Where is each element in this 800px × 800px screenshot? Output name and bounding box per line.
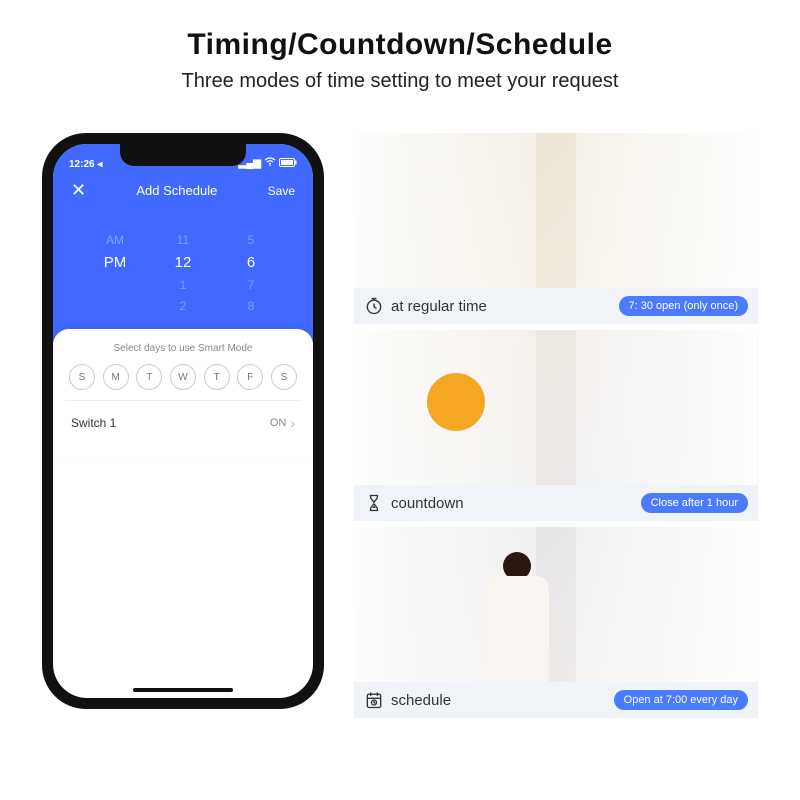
- day-mon[interactable]: M: [103, 364, 129, 390]
- day-thu[interactable]: T: [204, 364, 230, 390]
- tile-schedule: schedule Open at 7:00 every day: [354, 527, 758, 718]
- clock-icon: [364, 296, 384, 316]
- tile-image: [354, 133, 758, 288]
- tile-badge: Close after 1 hour: [641, 493, 748, 513]
- day-sun[interactable]: S: [69, 364, 95, 390]
- day-wed[interactable]: W: [170, 364, 196, 390]
- calendar-icon: [364, 690, 384, 710]
- page-title: Timing/Countdown/Schedule: [0, 28, 800, 62]
- close-button[interactable]: ✕: [71, 180, 86, 201]
- tile-badge: 7: 30 open (only once): [619, 296, 748, 316]
- phone-mockup: 12:26 ◂ ▂▄▆ ✕ Add Schedule Save: [42, 133, 324, 709]
- tile-badge: Open at 7:00 every day: [614, 690, 748, 710]
- status-time: 12:26 ◂: [69, 159, 102, 170]
- tile-label: schedule: [391, 692, 451, 709]
- status-icons: ▂▄▆: [239, 157, 297, 170]
- days-row: S M T W T F S: [65, 364, 301, 401]
- tile-countdown: countdown Close after 1 hour: [354, 330, 758, 521]
- time-picker[interactable]: AM PM 11 12 1 2 5 6 7 8: [53, 209, 313, 343]
- page-subtitle: Three modes of time setting to meet your…: [0, 70, 800, 93]
- tile-image: [354, 330, 758, 485]
- phone-screen: 12:26 ◂ ▂▄▆ ✕ Add Schedule Save: [53, 144, 313, 698]
- tile-label: at regular time: [391, 298, 487, 315]
- day-tue[interactable]: T: [136, 364, 162, 390]
- ampm-column[interactable]: AM PM: [96, 233, 134, 313]
- hourglass-icon: [364, 493, 384, 513]
- card-label: Select days to use Smart Mode: [65, 343, 301, 354]
- tile-image: [354, 527, 758, 682]
- chevron-right-icon: ›: [290, 415, 295, 431]
- phone-notch: [120, 144, 246, 166]
- switch-row[interactable]: Switch 1 ON ›: [65, 401, 301, 445]
- mode-tiles: at regular time 7: 30 open (only once) c…: [354, 133, 758, 718]
- tile-label: countdown: [391, 495, 464, 512]
- hour-column[interactable]: 11 12 1 2: [164, 233, 202, 313]
- minute-column[interactable]: 5 6 7 8: [232, 233, 270, 313]
- wifi-icon: [264, 157, 276, 170]
- days-card: Select days to use Smart Mode S M T W T …: [53, 329, 313, 459]
- switch-label: Switch 1: [71, 416, 116, 430]
- day-fri[interactable]: F: [237, 364, 263, 390]
- home-indicator: [133, 688, 233, 692]
- battery-icon: [279, 158, 297, 170]
- save-button[interactable]: Save: [268, 184, 295, 198]
- tile-regular-time: at regular time 7: 30 open (only once): [354, 133, 758, 324]
- day-sat[interactable]: S: [271, 364, 297, 390]
- switch-value: ON: [270, 417, 287, 429]
- app-title: Add Schedule: [136, 183, 217, 198]
- app-header: ✕ Add Schedule Save: [53, 172, 313, 209]
